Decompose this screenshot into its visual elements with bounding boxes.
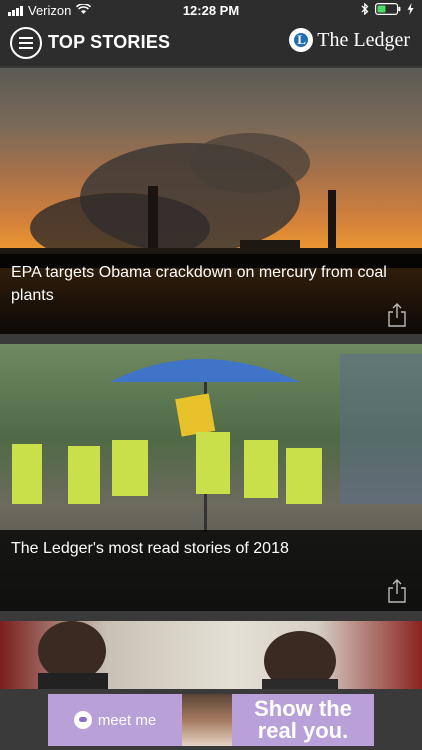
- app-header: TOP STORIES The Ledger: [0, 22, 422, 66]
- ad-brand-name: meet me: [97, 711, 157, 729]
- status-right: [361, 2, 414, 18]
- ad-photo: [182, 694, 232, 746]
- story-caption: EPA targets Obama crackdown on mercury f…: [0, 254, 422, 334]
- ad-tagline: Show the real you.: [232, 698, 374, 742]
- brand-logo[interactable]: The Ledger: [289, 28, 410, 52]
- app-screen: Verizon 12:28 PM TOP STORIES The Ledger: [0, 0, 422, 750]
- clock: 12:28 PM: [182, 3, 240, 18]
- ledger-logo-icon: [289, 28, 314, 52]
- brand-name: The Ledger: [317, 28, 410, 51]
- share-icon[interactable]: [386, 303, 408, 327]
- ad-tagline-line2: real you.: [257, 718, 349, 743]
- ad-brand: meet me: [48, 694, 182, 746]
- ad-tagline-line1: Show the: [254, 696, 352, 721]
- status-bar: Verizon 12:28 PM: [0, 0, 422, 22]
- story-headline[interactable]: The Ledger's most read stories of 2018: [11, 537, 410, 560]
- story-caption: The Ledger's most read stories of 2018: [0, 530, 422, 611]
- ad-banner[interactable]: meet me Show the real you.: [48, 694, 374, 746]
- hamburger-menu-icon[interactable]: [10, 27, 42, 59]
- meetme-logo-icon: [73, 711, 92, 729]
- story-headline[interactable]: EPA targets Obama crackdown on mercury f…: [11, 261, 410, 307]
- bluetooth-icon: [361, 2, 369, 18]
- story-card[interactable]: The Ledger's most read stories of 2018: [0, 344, 422, 611]
- battery-icon: [375, 3, 401, 18]
- story-card[interactable]: [0, 621, 422, 689]
- story-image: [0, 621, 422, 689]
- charging-bolt-icon: [407, 3, 414, 18]
- share-icon[interactable]: [386, 579, 408, 603]
- section-title: TOP STORIES: [48, 32, 171, 52]
- story-card[interactable]: EPA targets Obama crackdown on mercury f…: [0, 68, 422, 334]
